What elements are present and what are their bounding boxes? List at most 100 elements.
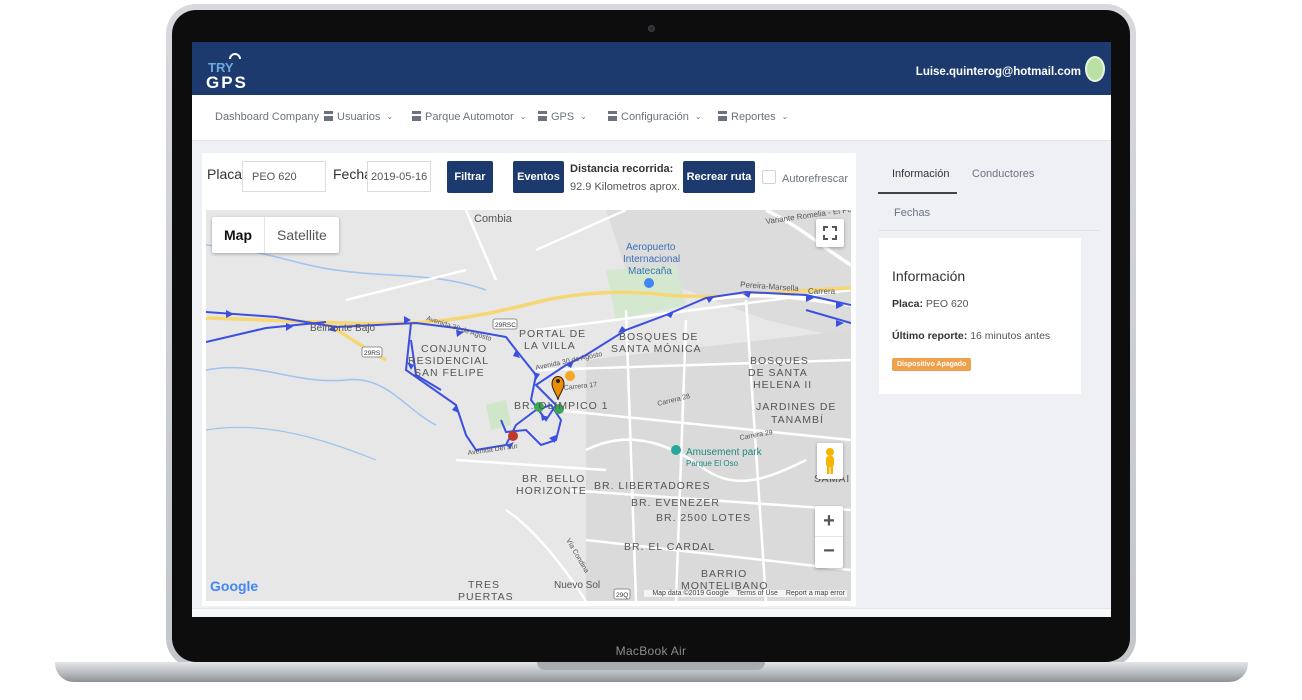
map-label: SAN FELIPE: [414, 367, 485, 379]
report-error-link[interactable]: Report a map error: [786, 590, 845, 597]
distance-value: 92.9 Kilometros aprox.: [570, 181, 681, 193]
map-label: TRES: [468, 579, 500, 591]
map-label: 29RSC: [495, 322, 516, 329]
fecha-input[interactable]: 2019-05-16: [367, 161, 431, 192]
autorefrescar-label: Autorefrescar: [782, 173, 849, 185]
map-label: HELENA II: [753, 379, 812, 391]
trygps-logo[interactable]: TRY GPS: [204, 48, 266, 92]
app-header: TRY GPS Luise.quinterog@hotmail.com: [192, 42, 1111, 95]
nav-parque-automotor[interactable]: Parque Automotor ⌄: [412, 111, 526, 123]
zoom-control: + −: [815, 506, 843, 568]
route-map[interactable]: Combia Aeropuerto Internacional Matecaña…: [206, 210, 851, 601]
zoom-in-button[interactable]: +: [815, 506, 843, 537]
map-label: SANTA MÓNICA: [611, 342, 702, 355]
nav-dashboard[interactable]: Dashboard Company: [215, 111, 319, 123]
map-label: PORTAL DE: [519, 328, 586, 340]
map-label: Internacional: [623, 254, 680, 265]
chevron-down-icon: ⌄: [519, 112, 527, 121]
app-screen: TRY GPS Luise.quinterog@hotmail.com Dash…: [192, 42, 1111, 617]
map-label: Amusement park: [686, 447, 763, 458]
eventos-button[interactable]: Eventos: [513, 161, 564, 193]
map-label: CONJUNTO: [421, 343, 487, 355]
tab-conductores[interactable]: Conductores: [972, 168, 1034, 180]
table-icon: [538, 111, 547, 121]
map-type-satellite-button[interactable]: Satellite: [265, 217, 339, 253]
terms-link[interactable]: Terms of Use: [737, 590, 778, 597]
map-canvas[interactable]: Combia Aeropuerto Internacional Matecaña…: [206, 210, 851, 601]
map-label: Nuevo Sol: [554, 580, 600, 591]
map-label: Combia: [474, 213, 513, 225]
user-email[interactable]: Luise.quinterog@hotmail.com: [916, 66, 1081, 78]
map-label: BR. EL CARDAL: [624, 541, 715, 553]
fullscreen-icon: [823, 226, 837, 240]
zoom-out-button[interactable]: −: [815, 537, 843, 568]
main-nav: Dashboard Company Usuarios ⌄ Parque Autom…: [192, 95, 1111, 141]
autorefrescar-checkbox[interactable]: [762, 170, 776, 184]
avatar[interactable]: [1085, 56, 1105, 82]
stop-marker-orange[interactable]: [565, 371, 575, 381]
pegman-button[interactable]: [817, 443, 843, 479]
tab-informacion[interactable]: Información: [892, 168, 949, 180]
map-label: BARRIO: [701, 568, 747, 580]
map-label: JARDINES DE: [756, 401, 836, 413]
table-icon: [608, 111, 617, 121]
active-tab-indicator: [878, 192, 957, 194]
nav-gps[interactable]: GPS ⌄: [538, 111, 587, 123]
map-label: BOSQUES DE: [619, 331, 698, 343]
tabs-divider: [878, 230, 1100, 231]
chevron-down-icon: ⌄: [694, 112, 702, 121]
park-marker[interactable]: [671, 445, 681, 455]
map-label: LA VILLA: [524, 340, 576, 352]
distance-label: Distancia recorrida:: [570, 163, 674, 175]
placa-input[interactable]: PEO 620: [242, 161, 326, 192]
map-label: Parque El Oso: [686, 459, 739, 468]
info-placa: Placa: PEO 620: [892, 298, 969, 310]
map-label: BR. LIBERTADORES: [594, 480, 711, 492]
filtrar-button[interactable]: Filtrar: [447, 161, 493, 193]
map-label: Aeropuerto: [626, 242, 676, 253]
placa-label: Placa:: [207, 166, 246, 182]
laptop-notch: [537, 662, 765, 670]
map-label: Carrera: [808, 287, 836, 296]
camera-icon: [648, 25, 655, 32]
map-label: Belmonte Bajo: [310, 323, 375, 334]
info-title: Información: [892, 268, 966, 284]
footer: [192, 608, 1111, 617]
chevron-down-icon: ⌄: [386, 112, 394, 121]
device-brand: MacBook Air: [615, 644, 687, 658]
map-label: BR. OLIMPICO 1: [514, 400, 609, 412]
table-icon: [324, 111, 333, 121]
map-label: 29Q: [616, 592, 628, 599]
map-label: PUERTAS: [458, 591, 514, 601]
fullscreen-button[interactable]: [816, 219, 844, 247]
stop-marker-red[interactable]: [508, 431, 518, 441]
route-panel: Placa: PEO 620 Fecha: 2019-05-16 Filtrar…: [202, 153, 856, 606]
map-type-map-button[interactable]: Map: [212, 217, 265, 253]
nav-usuarios[interactable]: Usuarios ⌄: [324, 111, 393, 123]
nav-reportes[interactable]: Reportes ⌄: [718, 111, 788, 123]
map-type-control: Map Satellite: [212, 217, 339, 253]
info-card: Información Placa: PEO 620 Último report…: [879, 238, 1081, 394]
map-label: Matecaña: [628, 266, 672, 277]
tab-fechas[interactable]: Fechas: [894, 207, 930, 219]
google-logo[interactable]: Google: [210, 578, 258, 594]
map-label: HORIZONTE: [516, 485, 587, 497]
map-label: TANAMBÍ: [771, 413, 824, 426]
map-attribution: Map data ©2019 Google Terms of Use Repor…: [644, 590, 847, 597]
status-badge: Dispositivo Apagado: [892, 358, 972, 371]
map-label: DE SANTA: [748, 367, 808, 379]
map-label: BR. 2500 LOTES: [656, 512, 751, 524]
table-icon: [412, 111, 421, 121]
airport-marker[interactable]: [644, 278, 654, 288]
info-last-report: Último reporte: 16 minutos antes: [892, 330, 1051, 342]
chevron-down-icon: ⌄: [781, 112, 789, 121]
map-label: RESIDENCIAL: [408, 355, 489, 367]
nav-configuracion[interactable]: Configuración ⌄: [608, 111, 702, 123]
recrear-ruta-button[interactable]: Recrear ruta: [683, 161, 755, 193]
map-label: 29RS: [364, 350, 381, 357]
map-data-text: Map data ©2019 Google: [652, 590, 729, 597]
logo-text-bottom: GPS: [206, 73, 248, 92]
chevron-down-icon: ⌄: [580, 112, 587, 121]
street-view-icon: [826, 448, 834, 474]
map-label: BOSQUES: [750, 355, 809, 367]
